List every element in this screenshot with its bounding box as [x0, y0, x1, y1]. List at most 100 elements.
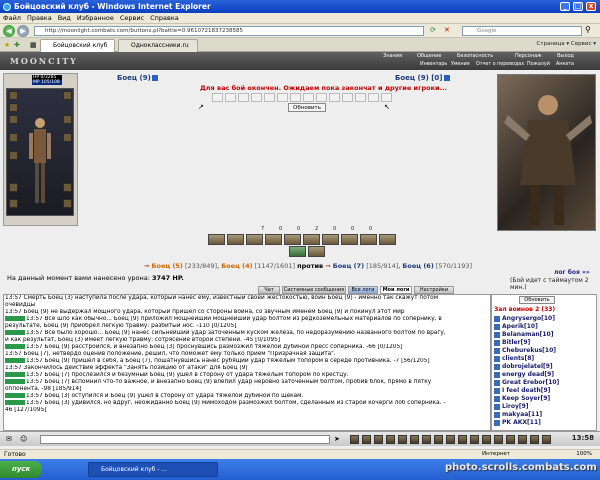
- toolbar-icon[interactable]: [518, 435, 527, 444]
- grid-cell[interactable]: [303, 93, 314, 102]
- menu-view[interactable]: Вид: [55, 13, 74, 24]
- roster-player[interactable]: Keep Soyer[9]: [494, 395, 550, 402]
- menu-tools[interactable]: Сервис: [117, 13, 147, 24]
- tab-chat[interactable]: Чат: [258, 286, 280, 294]
- grid-cell[interactable]: [381, 93, 392, 102]
- roster-player[interactable]: Great Erebor[10]: [494, 379, 559, 386]
- search-input[interactable]: Google: [462, 26, 582, 36]
- menu-file[interactable]: Файл: [0, 13, 24, 24]
- weapon-slot[interactable]: [9, 115, 18, 124]
- page-tools[interactable]: Страница ▾ Сервис ▾: [536, 41, 596, 47]
- armor-slot[interactable]: [9, 133, 18, 142]
- grid-cell[interactable]: [329, 93, 340, 102]
- right-arrow-icon[interactable]: ↖: [384, 103, 390, 111]
- refresh-button[interactable]: Обновить: [288, 103, 326, 112]
- grid-cell[interactable]: [342, 93, 353, 102]
- refresh-icon[interactable]: ⟳: [430, 26, 436, 34]
- grid-cell[interactable]: [238, 93, 249, 102]
- helmet-slot[interactable]: [9, 91, 18, 100]
- toolbar-icon[interactable]: [470, 435, 479, 444]
- team1-fighter[interactable]: Боец (5): [152, 262, 183, 270]
- toolbar-icon[interactable]: [374, 435, 383, 444]
- grid-cell[interactable]: [290, 93, 301, 102]
- minimize-button[interactable]: _: [560, 2, 570, 11]
- back-button[interactable]: ◀: [3, 25, 15, 37]
- roster-player[interactable]: I feel death[9]: [494, 387, 550, 394]
- roster-player[interactable]: Liroy[9]: [494, 403, 529, 410]
- boots-slot[interactable]: [63, 199, 72, 208]
- chat-input[interactable]: [40, 435, 330, 444]
- roster-player[interactable]: energy dead[9]: [494, 371, 554, 378]
- toolbar-icon[interactable]: [458, 435, 467, 444]
- favorites-star-icon[interactable]: ★: [4, 41, 10, 49]
- weapon-icon[interactable]: [246, 234, 263, 245]
- nav-knowledge[interactable]: Знания: [383, 53, 402, 59]
- roster-player[interactable]: makyaa[11]: [494, 411, 542, 418]
- legs-slot[interactable]: [63, 183, 72, 192]
- grid-cell[interactable]: [225, 93, 236, 102]
- toolbar-icon[interactable]: [446, 435, 455, 444]
- menu-favorites[interactable]: Избранное: [74, 13, 117, 24]
- toolbar-icon[interactable]: [506, 435, 515, 444]
- maximize-button[interactable]: □: [573, 2, 583, 11]
- smile-icon[interactable]: ☺: [20, 435, 27, 443]
- zoom-level[interactable]: 100%: [576, 450, 592, 459]
- tab-settings[interactable]: Настройки: [414, 286, 454, 294]
- toolbar-icon[interactable]: [530, 435, 539, 444]
- nav-skills[interactable]: Умения: [451, 62, 470, 67]
- menu-edit[interactable]: Правка: [24, 13, 55, 24]
- roster-player[interactable]: Aperik[10]: [494, 323, 538, 330]
- grid-cell[interactable]: [264, 93, 275, 102]
- toolbar-icon[interactable]: [350, 435, 359, 444]
- grid-cell[interactable]: [368, 93, 379, 102]
- player-name[interactable]: Боец (9): [117, 74, 158, 82]
- team1-fighter[interactable]: Боец (4): [221, 262, 252, 270]
- grid-cell[interactable]: [251, 93, 262, 102]
- ring2-slot[interactable]: [9, 199, 18, 208]
- weapon-icon[interactable]: [284, 234, 301, 245]
- toolbar-icon[interactable]: [386, 435, 395, 444]
- add-favorite-icon[interactable]: ✚: [14, 41, 20, 49]
- send-icon[interactable]: ➤: [334, 435, 340, 443]
- toolbar-icon[interactable]: [422, 435, 431, 444]
- toolbar-icon[interactable]: [542, 435, 551, 444]
- shield-slot[interactable]: [63, 115, 72, 124]
- roster-player[interactable]: Cheburekus[10]: [494, 347, 556, 354]
- battle-log-link[interactable]: лог боя »»: [554, 269, 590, 276]
- roster-player[interactable]: PK AKX[11]: [494, 419, 541, 426]
- grid-cell[interactable]: [212, 93, 223, 102]
- grid-cell[interactable]: [316, 93, 327, 102]
- roster-player[interactable]: Belanaman[10]: [494, 331, 553, 338]
- nav-communication[interactable]: Общение: [417, 53, 441, 59]
- weapon-icon[interactable]: [208, 234, 225, 245]
- start-button[interactable]: пуск: [0, 461, 42, 478]
- nav-character[interactable]: Персонаж: [515, 53, 542, 59]
- grid-cell[interactable]: [355, 93, 366, 102]
- info-icon[interactable]: [151, 75, 158, 81]
- earring-slot[interactable]: [63, 91, 72, 100]
- weapon-icon[interactable]: [265, 234, 282, 245]
- weapon-icon[interactable]: [227, 234, 244, 245]
- nav-exit[interactable]: Выход: [557, 53, 574, 59]
- tab-combats[interactable]: Бойцовский клуб: [40, 39, 115, 52]
- nav-please[interactable]: Пожалуй: [527, 62, 550, 67]
- tab-list-icon[interactable]: ▦: [30, 41, 37, 49]
- roster-player[interactable]: dobrojelatel[9]: [494, 363, 553, 370]
- ring-slot[interactable]: [9, 183, 18, 192]
- grid-cell[interactable]: [277, 93, 288, 102]
- info-icon[interactable]: [443, 75, 450, 81]
- weapon-icon[interactable]: [303, 234, 320, 245]
- nav-security[interactable]: Безопасность: [457, 53, 493, 59]
- toolbar-icon[interactable]: [398, 435, 407, 444]
- tab-system-messages[interactable]: Системные сообщения: [282, 286, 346, 294]
- tab-odnoklassniki[interactable]: Одноклассники.ru: [118, 39, 198, 52]
- toolbar-icon[interactable]: [410, 435, 419, 444]
- roster-player[interactable]: Angrysergo[10]: [494, 315, 555, 322]
- roster-player[interactable]: Bitler[9]: [494, 339, 530, 346]
- nav-transfers[interactable]: Отчет о переводах: [476, 62, 524, 67]
- enemy-avatar[interactable]: [497, 74, 596, 231]
- roster-player[interactable]: clients[8]: [494, 355, 534, 362]
- weapon-icon[interactable]: [360, 234, 377, 245]
- amulet-slot[interactable]: [9, 103, 18, 112]
- tab-all-logs[interactable]: Все логи: [348, 286, 378, 294]
